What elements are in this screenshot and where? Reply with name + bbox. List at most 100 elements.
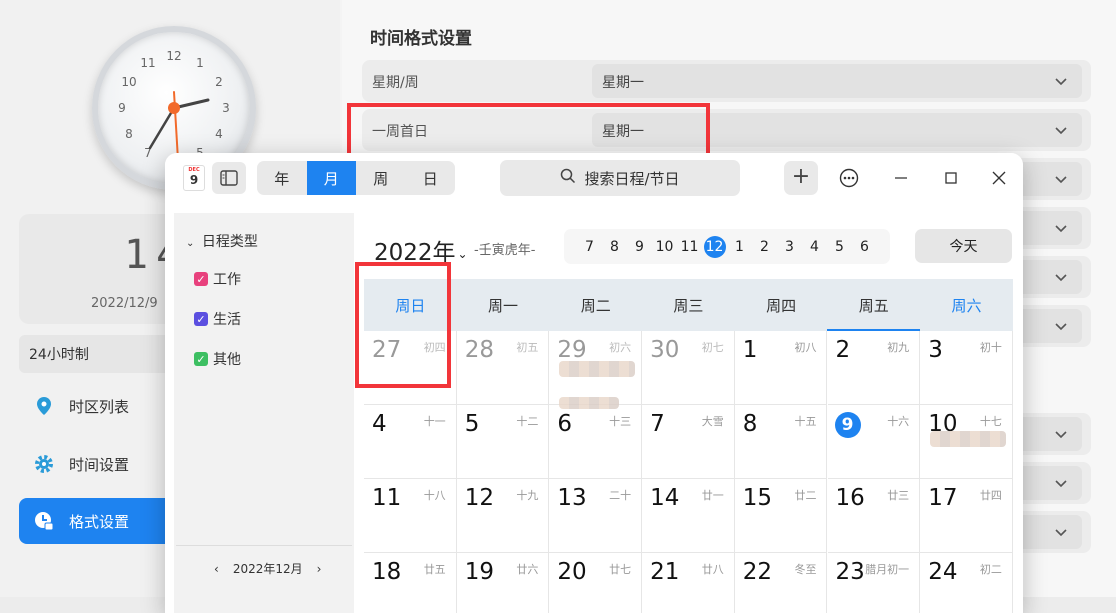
lunar-date: 大雪: [701, 415, 724, 428]
day-cell[interactable]: 4 十一: [364, 405, 457, 479]
day-cell[interactable]: 22 冬至: [734, 553, 828, 613]
lunar-date: 廿八: [701, 563, 724, 576]
day-cell[interactable]: 7 大雪: [642, 405, 735, 479]
search-icon: [560, 168, 576, 188]
chevron-down-icon: ⌄: [186, 238, 195, 249]
day-cell[interactable]: 18 廿五: [364, 553, 457, 613]
day-cell[interactable]: 20 廿七: [549, 553, 643, 613]
calendar-app-icon: DEC 9: [183, 165, 205, 191]
lunar-date: 二十: [609, 489, 632, 502]
type-life-label: 生活: [213, 312, 241, 328]
day-number: 19: [464, 559, 494, 585]
day-cell[interactable]: 14 廿一: [642, 479, 735, 553]
month-strip-item[interactable]: 11: [677, 239, 702, 255]
day-cell[interactable]: 5 十二: [456, 405, 550, 479]
type-other-label: 其他: [213, 352, 241, 368]
day-number: 14: [650, 485, 680, 511]
view-tabs: 年 月 周 日: [257, 161, 455, 195]
close-button[interactable]: [986, 165, 1012, 191]
day-cell[interactable]: 3 初十: [920, 331, 1013, 405]
prev-month-icon[interactable]: ‹: [214, 562, 219, 576]
month-strip-item[interactable]: 4: [802, 239, 827, 255]
day-number: 7: [650, 411, 665, 437]
weekday-header: 周五: [827, 279, 920, 331]
day-cell[interactable]: 13 二十: [549, 479, 643, 553]
today-button[interactable]: 今天: [915, 229, 1012, 263]
day-cell[interactable]: 8 十五: [734, 405, 828, 479]
sidebar-divider: [176, 545, 352, 546]
weekday-header: 周二: [580, 296, 611, 315]
day-number: 8: [742, 411, 758, 437]
lunar-date: 廿一: [701, 489, 724, 502]
day-cell[interactable]: 11 十八: [364, 479, 457, 553]
tab-month[interactable]: 月: [306, 161, 356, 195]
day-number: 22: [742, 559, 773, 585]
day-number: 17: [928, 485, 958, 511]
nav-timezone-label: 时区列表: [69, 397, 130, 416]
month-strip-item[interactable]: 9: [627, 239, 652, 255]
tab-week[interactable]: 周: [356, 161, 406, 195]
lunar-date: 腊月初一: [865, 563, 910, 576]
lunar-date: 廿七: [609, 563, 632, 576]
checkbox-checked-icon[interactable]: ✓: [194, 272, 208, 286]
checkbox-checked-icon[interactable]: ✓: [194, 352, 208, 366]
month-strip: 7 8 9 10 11 12 1 2 3 4 5 6: [564, 229, 890, 264]
lunar-date: 十一: [423, 415, 446, 428]
type-item-life[interactable]: ✓ 生活: [194, 309, 241, 329]
day-cell[interactable]: 16 廿三: [827, 479, 921, 553]
minimize-button[interactable]: [888, 165, 914, 191]
type-item-other[interactable]: ✓ 其他: [194, 349, 241, 369]
day-number: 28: [464, 337, 494, 363]
day-cell[interactable]: 19 廿六: [456, 553, 550, 613]
day-number: 20: [557, 559, 587, 585]
lunar-date: 廿六: [516, 563, 539, 576]
day-cell[interactable]: 17 廿四: [920, 479, 1013, 553]
day-cell[interactable]: 1 初八: [734, 331, 828, 405]
day-cell[interactable]: 28 初五: [456, 331, 550, 405]
tab-day[interactable]: 日: [406, 161, 456, 195]
lunar-date: 冬至: [794, 563, 817, 576]
day-cell[interactable]: 12 十九: [456, 479, 550, 553]
add-event-button[interactable]: +: [784, 161, 818, 195]
day-cell[interactable]: 23 腊月初一: [827, 553, 921, 613]
sidebar-toggle-button[interactable]: [212, 162, 246, 194]
checkbox-checked-icon[interactable]: ✓: [194, 312, 208, 326]
chevron-down-icon: [1055, 431, 1067, 439]
day-number: 18: [372, 559, 402, 585]
weekday-select[interactable]: 星期一: [592, 64, 1082, 98]
month-strip-item[interactable]: 2: [752, 239, 777, 255]
clock-number: 9: [118, 101, 126, 115]
month-strip-item[interactable]: 6: [852, 239, 877, 255]
month-strip-item[interactable]: 7: [577, 239, 602, 255]
calendar-window: DEC 9 年 月 周 日 搜索日程/节日 + ⌄ 日程类型 ✓ 工作 ✓ 生活…: [165, 153, 1023, 613]
lunar-date: 初五: [516, 341, 539, 354]
lunar-date: 廿五: [423, 563, 446, 576]
day-cell[interactable]: 9 十六: [827, 405, 921, 479]
day-number: 29: [557, 337, 587, 363]
weekday-label: 星期/周: [372, 75, 419, 91]
search-input[interactable]: 搜索日程/节日: [500, 160, 740, 196]
day-cell[interactable]: 30 初七: [642, 331, 735, 405]
month-strip-item[interactable]: 10: [652, 239, 677, 255]
day-number: 5: [464, 411, 480, 437]
day-cell[interactable]: 15 廿二: [734, 479, 828, 553]
month-strip-item[interactable]: 8: [602, 239, 627, 255]
schedule-type-header[interactable]: ⌄ 日程类型: [186, 231, 258, 251]
month-strip-item[interactable]: 5: [827, 239, 852, 255]
maximize-button[interactable]: [938, 165, 964, 191]
menu-button[interactable]: [836, 165, 862, 191]
type-item-work[interactable]: ✓ 工作: [194, 269, 241, 289]
next-month-icon[interactable]: ›: [317, 562, 322, 576]
month-strip-item[interactable]: 1: [727, 239, 752, 255]
day-cell[interactable]: 6 十三: [549, 405, 643, 479]
lunar-date: 十六: [887, 415, 910, 428]
tab-year[interactable]: 年: [257, 161, 307, 195]
lunar-date: 十九: [516, 489, 539, 502]
day-cell[interactable]: 2 初九: [827, 331, 921, 405]
day-cell[interactable]: 21 廿八: [642, 553, 735, 613]
month-strip-item[interactable]: 3: [777, 239, 802, 255]
month-strip-item[interactable]: 12: [703, 235, 726, 258]
lunar-date: 廿四: [979, 489, 1002, 502]
day-cell[interactable]: 24 初二: [920, 553, 1013, 613]
clock-number: 4: [215, 127, 223, 141]
